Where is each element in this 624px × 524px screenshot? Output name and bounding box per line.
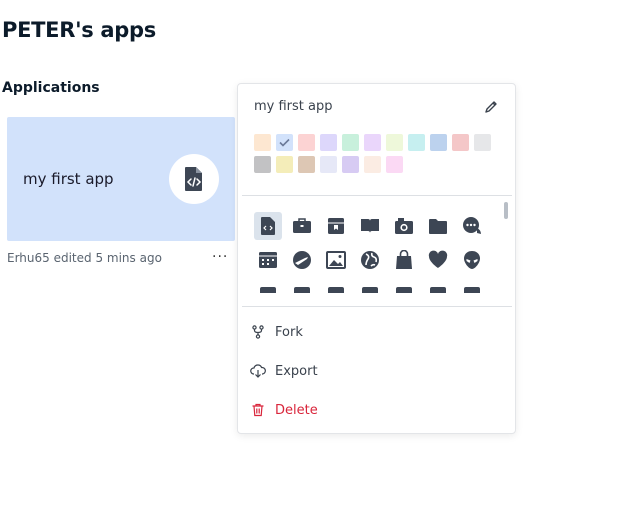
airplane-globe-icon[interactable] <box>288 246 316 274</box>
icon-option-partial[interactable] <box>458 280 486 293</box>
icon-picker-scrollbar[interactable] <box>504 202 508 219</box>
delete-label: Delete <box>275 402 318 418</box>
fork-menu-item[interactable]: Fork <box>250 321 500 343</box>
section-title: Applications <box>2 80 100 96</box>
chat-bubble-icon[interactable] <box>458 212 486 240</box>
icon-option-partial[interactable] <box>322 280 350 293</box>
page-title: PETER's apps <box>2 18 156 42</box>
color-swatch[interactable] <box>364 156 381 173</box>
fork-label: Fork <box>275 324 303 340</box>
divider <box>242 195 512 196</box>
app-icon-badge <box>169 154 219 204</box>
export-label: Export <box>275 363 318 379</box>
image-icon[interactable] <box>322 246 350 274</box>
more-options-button[interactable]: ··· <box>212 250 228 264</box>
code-file-icon <box>185 167 202 191</box>
icon-option-partial[interactable] <box>424 280 452 293</box>
color-swatch[interactable] <box>474 134 491 151</box>
app-card-name: my first app <box>23 170 114 188</box>
briefcase-icon[interactable] <box>288 212 316 240</box>
icon-option-partial[interactable] <box>288 280 316 293</box>
heart-icon[interactable] <box>424 246 452 274</box>
color-swatch[interactable] <box>298 156 315 173</box>
color-swatch[interactable] <box>408 134 425 151</box>
menu-app-name[interactable]: my first app <box>254 99 333 114</box>
icon-option-partial[interactable] <box>254 280 282 293</box>
color-swatch[interactable] <box>386 134 403 151</box>
icon-option-partial[interactable] <box>390 280 418 293</box>
color-swatch[interactable] <box>298 134 315 151</box>
divider <box>242 306 512 307</box>
icon-picker <box>254 212 494 293</box>
color-swatch[interactable] <box>320 134 337 151</box>
color-swatch[interactable] <box>364 134 381 151</box>
color-swatch[interactable] <box>342 156 359 173</box>
calendar-icon[interactable] <box>254 246 282 274</box>
fork-icon <box>250 324 266 340</box>
app-card[interactable]: my first app <box>7 117 235 241</box>
globe-icon[interactable] <box>356 246 384 274</box>
icon-option-partial[interactable] <box>356 280 384 293</box>
color-swatch[interactable] <box>254 134 271 151</box>
alien-icon[interactable] <box>458 246 486 274</box>
pencil-icon[interactable] <box>484 100 498 114</box>
cloud-download-icon <box>250 363 266 379</box>
code-file-icon[interactable] <box>254 212 282 240</box>
inbox-archive-icon[interactable] <box>322 212 350 240</box>
app-edited-meta: Erhu65 edited 5 mins ago <box>7 251 162 265</box>
shopping-bag-icon[interactable] <box>390 246 418 274</box>
color-swatch[interactable] <box>320 156 337 173</box>
check-icon <box>279 138 290 147</box>
delete-menu-item[interactable]: Delete <box>250 399 500 421</box>
camera-icon[interactable] <box>390 212 418 240</box>
trash-icon <box>250 402 266 418</box>
export-menu-item[interactable]: Export <box>250 360 500 382</box>
color-swatch[interactable] <box>276 134 293 151</box>
color-swatch[interactable] <box>342 134 359 151</box>
color-swatch[interactable] <box>254 156 271 173</box>
color-swatch[interactable] <box>430 134 447 151</box>
app-context-menu: my first app Fork Export Delete <box>237 83 516 434</box>
book-open-icon[interactable] <box>356 212 384 240</box>
color-swatch[interactable] <box>276 156 293 173</box>
folder-icon[interactable] <box>424 212 452 240</box>
color-swatch[interactable] <box>386 156 403 173</box>
color-swatch[interactable] <box>452 134 469 151</box>
